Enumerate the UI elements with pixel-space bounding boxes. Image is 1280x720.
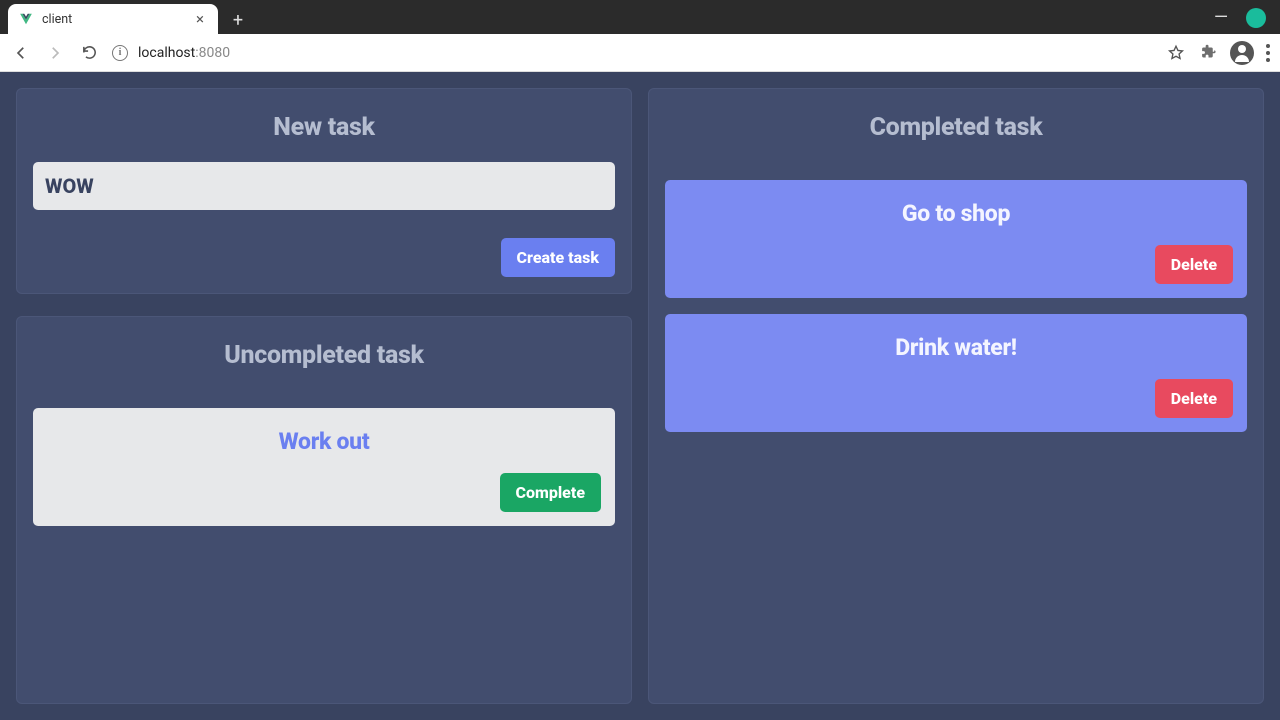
right-column: Completed task Go to shop Delete Drink w… (648, 88, 1264, 704)
completed-heading: Completed task (665, 113, 1247, 142)
task-title: Drink water! (679, 334, 1233, 361)
uncompleted-heading: Uncompleted task (33, 341, 615, 370)
new-task-input[interactable] (33, 162, 615, 210)
uncompleted-panel: Uncompleted task Work out Complete (16, 316, 632, 704)
new-task-heading: New task (33, 113, 615, 142)
delete-button[interactable]: Delete (1155, 379, 1233, 418)
browser-tab[interactable]: client × (8, 4, 218, 34)
app-root: New task Create task Uncompleted task Wo… (0, 72, 1280, 720)
user-avatar-icon[interactable] (1230, 41, 1254, 65)
browser-toolbar: i localhost:8080 (0, 34, 1280, 72)
task-card: Go to shop Delete (665, 180, 1247, 298)
vue-icon (18, 11, 34, 27)
browser-tab-strip: client × + — (0, 0, 1280, 34)
completed-panel: Completed task Go to shop Delete Drink w… (648, 88, 1264, 704)
address-bar[interactable]: i localhost:8080 (112, 45, 1154, 61)
minimize-icon[interactable]: — (1214, 7, 1228, 28)
complete-button[interactable]: Complete (500, 473, 601, 512)
create-task-button[interactable]: Create task (501, 238, 615, 277)
task-card: Work out Complete (33, 408, 615, 526)
chrome-profile-icon[interactable] (1246, 8, 1266, 28)
back-button[interactable] (10, 42, 32, 64)
bookmark-star-icon[interactable] (1166, 43, 1186, 63)
new-task-panel: New task Create task (16, 88, 632, 294)
task-title: Go to shop (679, 200, 1233, 227)
new-tab-button[interactable]: + (224, 6, 252, 34)
tab-title: client (42, 12, 184, 27)
left-column: New task Create task Uncompleted task Wo… (16, 88, 632, 704)
url-text: localhost:8080 (138, 45, 230, 61)
extensions-icon[interactable] (1198, 43, 1218, 63)
site-info-icon[interactable]: i (112, 45, 128, 61)
reload-button[interactable] (78, 42, 100, 64)
delete-button[interactable]: Delete (1155, 245, 1233, 284)
task-card: Drink water! Delete (665, 314, 1247, 432)
close-icon[interactable]: × (192, 10, 208, 28)
task-title: Work out (47, 428, 601, 455)
browser-menu-icon[interactable] (1266, 44, 1270, 62)
forward-button[interactable] (44, 42, 66, 64)
